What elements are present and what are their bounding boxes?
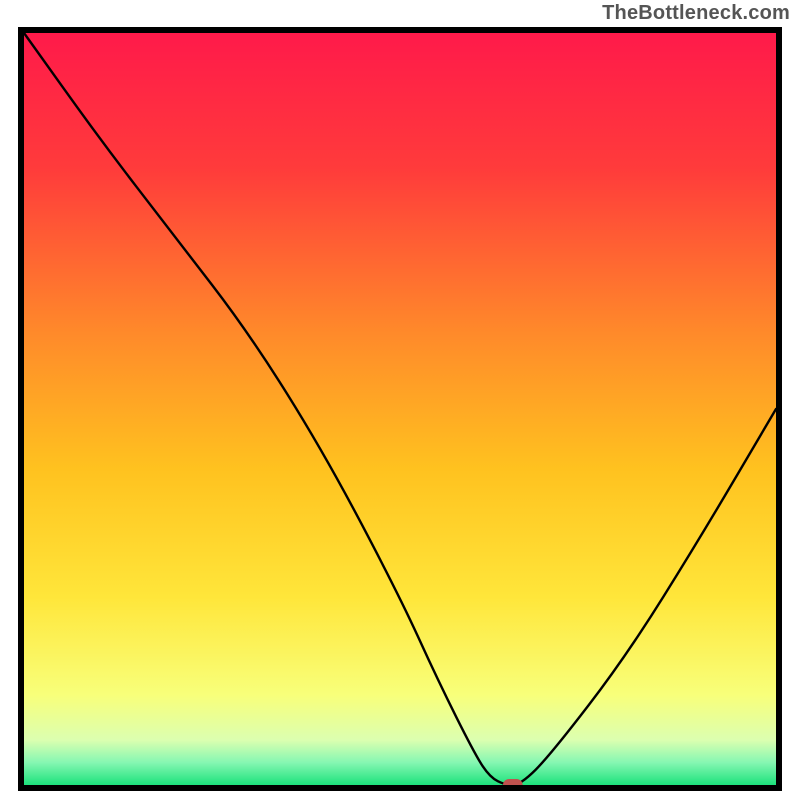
chart-container: TheBottleneck.com xyxy=(0,0,800,800)
attribution-text: TheBottleneck.com xyxy=(602,2,790,25)
plot-background xyxy=(24,33,776,785)
bottleneck-chart xyxy=(18,27,782,791)
